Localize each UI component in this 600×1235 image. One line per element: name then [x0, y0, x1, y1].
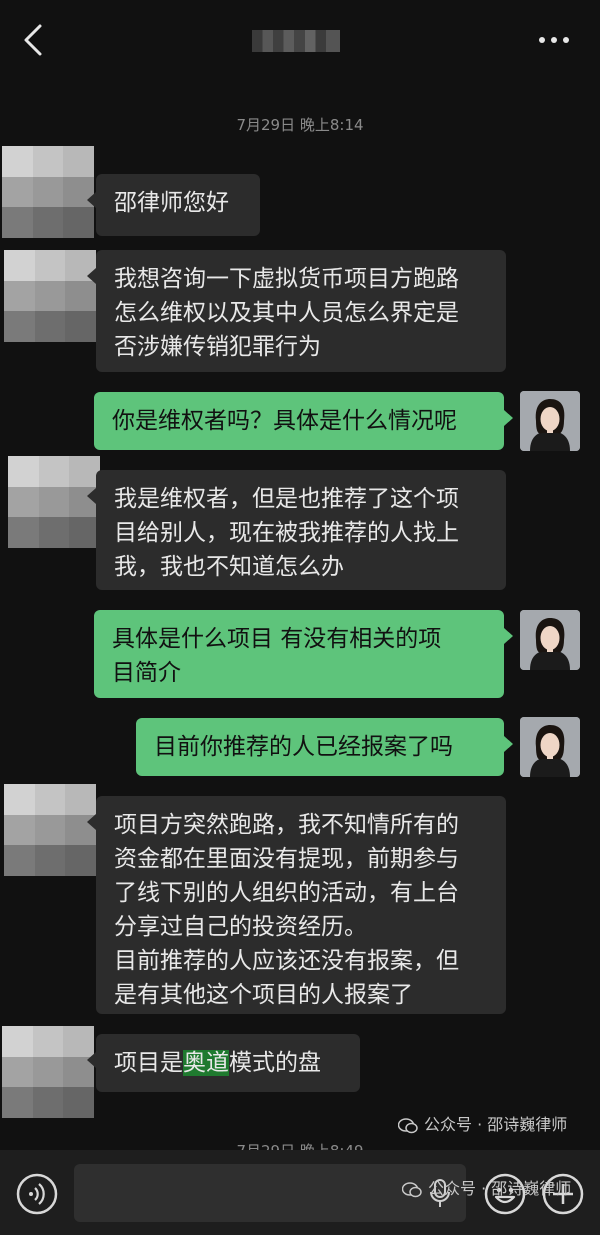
- timestamp: 7月29日 晚上8:14: [236, 116, 364, 134]
- lawyer-avatar[interactable]: [520, 391, 580, 451]
- incoming-message[interactable]: 项目是奥道模式的盘: [87, 1034, 360, 1092]
- wechat-official-account-icon: [402, 1181, 422, 1197]
- incoming-message[interactable]: 我是维权者，但是也推荐了这个项 目给别人，现在被我推荐的人找上 我，我也不知道怎…: [87, 470, 506, 590]
- outgoing-message[interactable]: 你是维权者吗？具体是什么情况呢: [94, 392, 513, 450]
- lawyer-avatar[interactable]: [520, 610, 580, 670]
- voice-wave-icon[interactable]: [16, 1173, 58, 1215]
- contact-avatar[interactable]: [4, 784, 96, 876]
- message-text: 模式的盘: [229, 1050, 321, 1076]
- chevron-left-icon[interactable]: [18, 22, 48, 58]
- watermark: 公众号 · 邵诗巍律师: [402, 1175, 571, 1199]
- incoming-message[interactable]: 我想咨询一下虚拟货币项目方跑路 怎么维权以及其中人员怎么界定是 否涉嫌传销犯罪行…: [87, 250, 506, 372]
- chat-header: [0, 0, 600, 80]
- contact-avatar[interactable]: [4, 250, 96, 342]
- watermark: 公众号 · 邵诗巍律师: [398, 1111, 567, 1135]
- message-text: 项目是: [114, 1050, 183, 1076]
- lawyer-avatar-photo: [520, 610, 580, 670]
- contact-avatar[interactable]: [2, 1026, 94, 1118]
- more-dots-icon[interactable]: [537, 28, 571, 52]
- outgoing-message[interactable]: 目前你推荐的人已经报案了吗: [136, 718, 513, 776]
- incoming-message[interactable]: 项目方突然跑路，我不知情所有的 资金都在里面没有提现，前期参与 了线下别的人组织…: [87, 796, 506, 1014]
- chat-title-obscured: [252, 30, 340, 52]
- highlighted-text: 奥道: [183, 1050, 229, 1076]
- lawyer-avatar-photo: [520, 717, 580, 777]
- watermark-text: 公众号 · 邵诗巍律师: [428, 1179, 572, 1198]
- wechat-official-account-icon: [398, 1117, 418, 1133]
- incoming-message[interactable]: 邵律师您好: [87, 174, 260, 236]
- outgoing-message[interactable]: 具体是什么项目 有没有相关的项 目简介: [94, 610, 513, 698]
- lawyer-avatar-photo: [520, 391, 580, 451]
- watermark-text: 公众号 · 邵诗巍律师: [424, 1115, 568, 1134]
- lawyer-avatar[interactable]: [520, 717, 580, 777]
- contact-avatar[interactable]: [2, 146, 94, 238]
